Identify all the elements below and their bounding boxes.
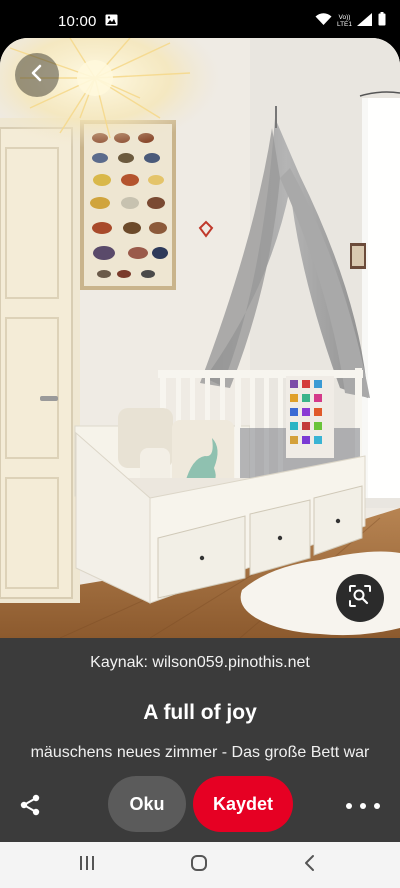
lens-search-icon bbox=[348, 584, 372, 613]
recents-button[interactable] bbox=[75, 853, 99, 877]
share-icon bbox=[18, 793, 42, 822]
more-dots-icon bbox=[346, 803, 352, 809]
source-domain[interactable]: wilson059.pinothis.net bbox=[152, 654, 309, 671]
save-button[interactable]: Kaydet bbox=[193, 776, 293, 832]
source-label: Kaynak: bbox=[90, 654, 153, 671]
recents-icon bbox=[78, 855, 96, 876]
status-bar: 10:00 Vo)) LTE1 bbox=[0, 0, 400, 42]
read-button[interactable]: Oku bbox=[108, 776, 186, 832]
back-button[interactable] bbox=[15, 53, 59, 97]
visual-search-button[interactable] bbox=[336, 574, 384, 622]
share-button[interactable] bbox=[15, 792, 45, 822]
home-button[interactable] bbox=[187, 853, 211, 877]
pin-title: A full of joy bbox=[143, 701, 257, 724]
nursery-photo bbox=[0, 38, 400, 638]
nav-back-button[interactable] bbox=[298, 853, 322, 877]
battery-icon bbox=[378, 12, 386, 30]
pin-info-panel: Kaynak: wilson059.pinothis.net A full of… bbox=[0, 638, 400, 842]
home-icon bbox=[190, 854, 208, 877]
chevron-left-icon bbox=[30, 64, 44, 87]
pin-image[interactable] bbox=[0, 38, 400, 638]
wifi-icon bbox=[315, 12, 332, 30]
status-time: 10:00 bbox=[58, 12, 97, 30]
more-options-button[interactable] bbox=[346, 796, 380, 816]
signal-icon bbox=[357, 12, 373, 30]
action-bar: Oku Kaydet bbox=[0, 774, 400, 834]
system-nav-bar bbox=[0, 842, 400, 888]
back-icon bbox=[303, 854, 317, 877]
screen: 10:00 Vo)) LTE1 Kaynak: wilson059.pinoth… bbox=[0, 0, 400, 888]
source-line[interactable]: Kaynak: wilson059.pinothis.net bbox=[0, 654, 400, 672]
network-type: Vo)) LTE1 bbox=[336, 14, 352, 28]
gallery-icon bbox=[105, 13, 118, 30]
pin-description: mäuschens neues zimmer - Das große Bett … bbox=[30, 744, 370, 761]
